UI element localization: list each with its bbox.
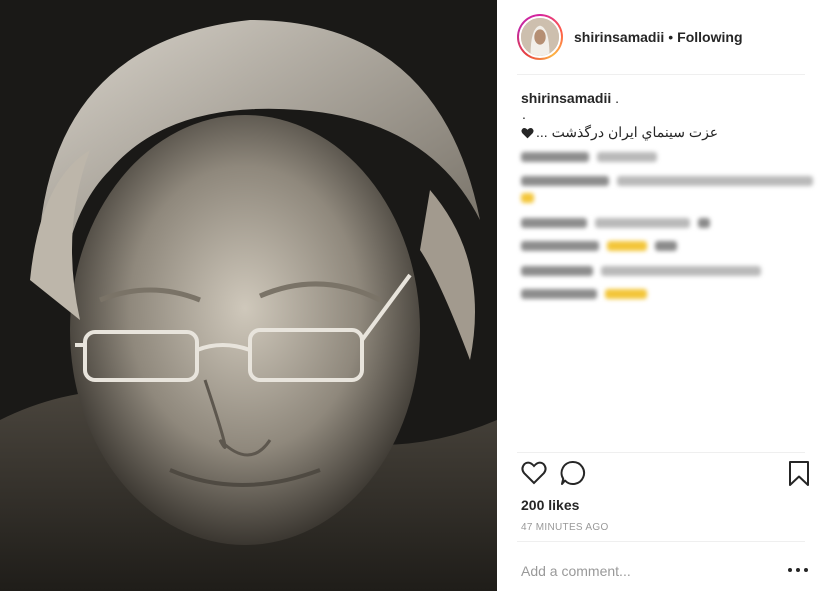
heart-icon — [521, 127, 534, 138]
comment-input[interactable] — [521, 560, 761, 582]
caption-dot: . — [522, 106, 526, 122]
caption-text: ... عزت سينماي ايران درگذشت — [536, 124, 719, 140]
caption-trail: . — [611, 90, 620, 106]
post-photo — [0, 0, 497, 591]
caption-username[interactable]: shirinsamadii — [521, 90, 611, 106]
post-timestamp[interactable]: 47 MINUTES AGO — [521, 522, 609, 533]
likes-count[interactable]: 200 likes — [521, 497, 579, 513]
comment-row — [521, 152, 657, 163]
comment-row — [521, 176, 813, 187]
bookmark-icon[interactable] — [786, 460, 812, 486]
comment-bubble-icon[interactable] — [560, 460, 586, 486]
caption-username-line: shirinsamadii . — [521, 90, 619, 106]
actions-divider — [517, 452, 805, 453]
more-options-icon[interactable] — [788, 562, 808, 578]
header-divider — [517, 74, 805, 75]
heart-outline-icon[interactable] — [521, 460, 547, 486]
comment-divider — [517, 541, 805, 542]
post-username[interactable]: shirinsamadii — [574, 29, 664, 45]
caption-text-line: ... عزت سينماي ايران درگذشت — [521, 124, 718, 141]
separator-dot: • — [668, 29, 674, 45]
action-bar — [521, 460, 809, 490]
following-button[interactable]: Following — [677, 29, 742, 45]
comment-row — [521, 289, 647, 300]
comment-row — [521, 218, 710, 229]
comment-row — [521, 266, 761, 277]
avatar[interactable] — [517, 14, 563, 60]
comment-row — [521, 193, 534, 204]
comment-row — [521, 241, 677, 252]
post-header: shirinsamadii • Following — [517, 12, 805, 62]
